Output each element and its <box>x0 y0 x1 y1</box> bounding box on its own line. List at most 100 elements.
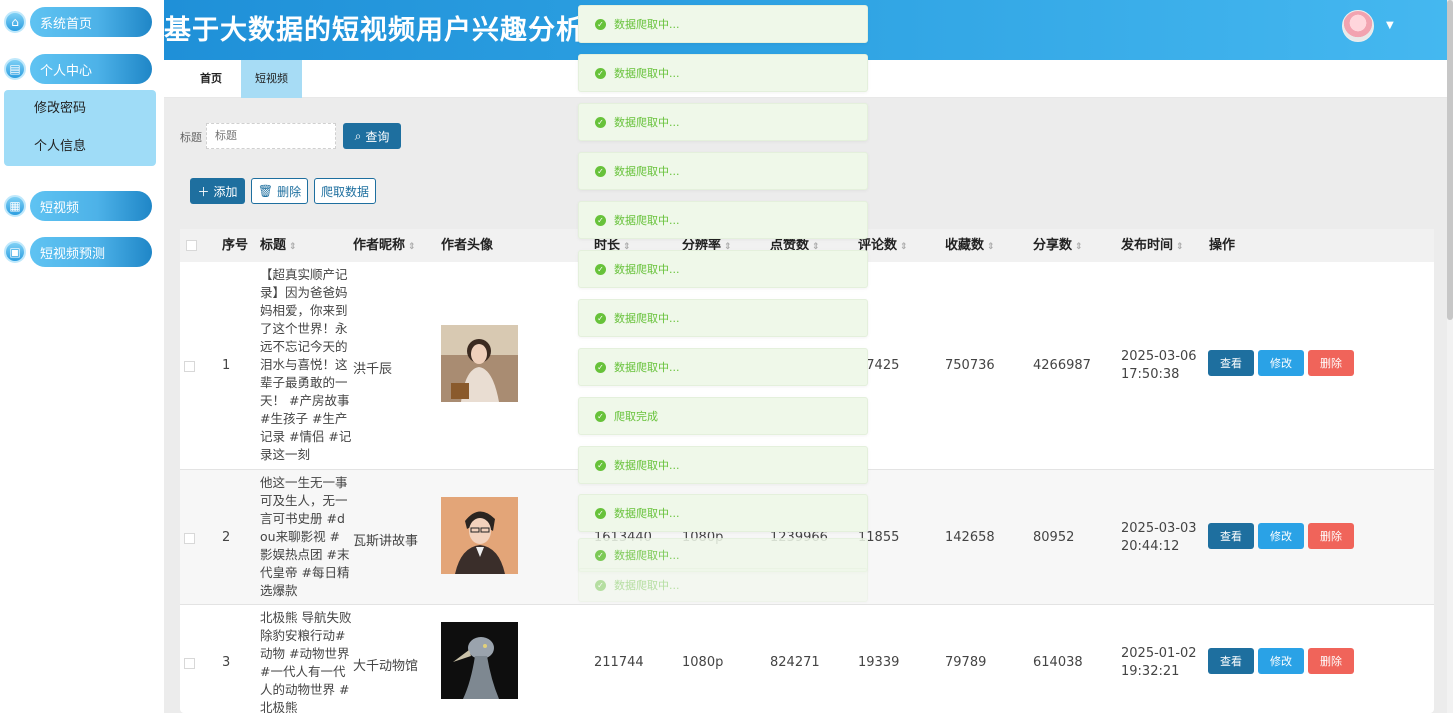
author-avatar-image <box>441 497 518 574</box>
sort-icon: ⇕ <box>408 242 416 252</box>
row-favorites: 79789 <box>945 655 987 670</box>
delete-button[interactable]: 🗑 删除 <box>251 178 308 204</box>
edit-button[interactable]: 修改 <box>1258 523 1304 549</box>
delete-row-button[interactable]: 删除 <box>1308 648 1354 674</box>
sidebar: 系统首页 ⌂ 个人中心 ▤ 修改密码 个人信息 短视频 ▦ 短视频预测 ▣ <box>0 0 164 713</box>
check-circle-icon: ✓ <box>595 67 606 79</box>
check-circle-icon: ✓ <box>595 361 606 373</box>
row-index: 2 <box>222 530 231 545</box>
col-shares[interactable]: 分享数 ⇕ <box>1033 229 1083 262</box>
notification-toast[interactable]: ✓ 数据爬取中... <box>578 494 868 532</box>
author-avatar-image <box>441 622 518 699</box>
col-avatar: 作者头像 <box>441 238 494 253</box>
trash-icon: 🗑 <box>257 184 274 198</box>
notification-toast[interactable]: ✓ 数据爬取中... <box>578 299 868 337</box>
scrollbar-thumb[interactable] <box>1447 0 1453 320</box>
notification-toast[interactable]: ✓ 数据爬取中... <box>578 568 868 602</box>
submenu-item-personal-info[interactable]: 个人信息 <box>4 128 156 166</box>
delete-row-button[interactable]: 删除 <box>1308 523 1354 549</box>
tab-home[interactable]: 首页 <box>186 60 236 98</box>
notification-toast[interactable]: ✓ 数据爬取中... <box>578 103 868 141</box>
row-favorites: 142658 <box>945 530 995 545</box>
sidebar-item-label: 短视频 <box>30 191 152 221</box>
avatar[interactable] <box>1342 10 1374 42</box>
profile-icon: ▤ <box>4 58 26 80</box>
chevron-down-icon[interactable]: ▼ <box>1386 20 1394 31</box>
notification-toast[interactable]: ✓ 数据爬取中... <box>578 250 868 288</box>
row-checkbox[interactable] <box>184 658 195 669</box>
notification-toast[interactable]: ✓ 数据爬取中... <box>578 538 868 572</box>
sort-icon: ⇕ <box>900 242 908 252</box>
query-button[interactable]: ⌕ 查询 <box>343 123 401 149</box>
row-author: 洪千辰 <box>353 362 393 377</box>
notification-toast[interactable]: ✓ 数据爬取中... <box>578 348 868 386</box>
row-title: 他这一生无一事可及生人，无一言可书史册 #dou来聊影视 #影娱热点团 #末代皇… <box>260 475 350 598</box>
search-input[interactable] <box>206 123 336 149</box>
row-checkbox[interactable] <box>184 533 195 544</box>
briefcase-icon: ▣ <box>4 241 26 263</box>
col-title[interactable]: 标题 ⇕ <box>260 229 297 262</box>
notification-toast[interactable]: ✓ 爬取完成 <box>578 397 868 435</box>
row-likes: 824271 <box>770 655 820 670</box>
row-checkbox[interactable] <box>184 361 195 372</box>
notification-toast[interactable]: ✓ 数据爬取中... <box>578 201 868 239</box>
check-circle-icon: ✓ <box>595 18 606 30</box>
check-circle-icon: ✓ <box>595 507 606 519</box>
view-button[interactable]: 查看 <box>1208 350 1254 376</box>
check-circle-icon: ✓ <box>595 549 606 561</box>
search-icon: ⌕ <box>354 128 362 143</box>
sidebar-item-label: 个人中心 <box>30 54 152 84</box>
select-all-checkbox[interactable] <box>186 240 197 251</box>
row-author: 大千动物馆 <box>353 659 419 674</box>
table-row: 3 北极熊 导航失败除豹安粮行动#动物 #动物世界 #一代人有一代人的动物世界 … <box>180 605 1434 713</box>
row-publish-time: 2025-01-02 19:32:21 <box>1121 646 1197 679</box>
add-button[interactable]: ＋ 添加 <box>190 178 245 204</box>
notification-toast[interactable]: ✓ 数据爬取中... <box>578 152 868 190</box>
grid-icon: ▦ <box>4 195 26 217</box>
row-favorites: 750736 <box>945 358 995 373</box>
sort-icon: ⇕ <box>289 242 297 252</box>
sort-icon: ⇕ <box>1075 242 1083 252</box>
col-publish-time[interactable]: 发布时间 ⇕ <box>1121 229 1184 262</box>
row-author: 瓦斯讲故事 <box>353 534 419 549</box>
row-duration: 211744 <box>594 655 644 670</box>
sidebar-item-home[interactable]: 系统首页 ⌂ <box>4 7 152 37</box>
row-title: 【超真实顺产记录】因为爸爸妈妈相爱，你来到了这个世界！永远不忘记今天的泪水与喜悦… <box>260 267 352 462</box>
check-circle-icon: ✓ <box>595 579 606 591</box>
view-button[interactable]: 查看 <box>1208 523 1254 549</box>
row-resolution: 1080p <box>682 655 724 670</box>
row-shares: 80952 <box>1033 530 1075 545</box>
check-circle-icon: ✓ <box>595 214 606 226</box>
app-title: 基于大数据的短视频用户兴趣分析 <box>164 15 584 46</box>
sidebar-item-prediction[interactable]: 短视频预测 ▣ <box>4 237 152 267</box>
tab-short-video[interactable]: 短视频 <box>241 60 302 98</box>
delete-row-button[interactable]: 删除 <box>1308 350 1354 376</box>
submenu-item-change-password[interactable]: 修改密码 <box>4 90 156 128</box>
sidebar-item-short-video[interactable]: 短视频 ▦ <box>4 191 152 221</box>
sidebar-item-profile[interactable]: 个人中心 ▤ <box>4 54 152 84</box>
col-actions: 操作 <box>1209 238 1236 253</box>
view-button[interactable]: 查看 <box>1208 648 1254 674</box>
col-favorites[interactable]: 收藏数 ⇕ <box>945 229 995 262</box>
col-author[interactable]: 作者昵称 ⇕ <box>353 229 416 262</box>
notification-toast[interactable]: ✓ 数据爬取中... <box>578 54 868 92</box>
row-publish-time: 2025-03-03 20:44:12 <box>1121 521 1197 554</box>
plus-icon: ＋ <box>197 184 210 199</box>
sort-icon: ⇕ <box>1176 242 1184 252</box>
row-title: 北极熊 导航失败除豹安粮行动#动物 #动物世界 #一代人有一代人的动物世界 #北… <box>260 610 352 713</box>
row-index: 1 <box>222 358 231 373</box>
check-circle-icon: ✓ <box>595 263 606 275</box>
search-label: 标题 <box>180 131 202 144</box>
author-avatar-image <box>441 325 518 402</box>
sidebar-item-label: 短视频预测 <box>30 237 152 267</box>
page-scrollbar[interactable] <box>1447 0 1453 713</box>
sidebar-item-label: 系统首页 <box>30 7 152 37</box>
edit-button[interactable]: 修改 <box>1258 350 1304 376</box>
edit-button[interactable]: 修改 <box>1258 648 1304 674</box>
crawl-data-button[interactable]: 爬取数据 <box>314 178 376 204</box>
home-icon: ⌂ <box>4 11 26 33</box>
row-shares: 614038 <box>1033 655 1083 670</box>
notification-toast[interactable]: ✓ 数据爬取中... <box>578 446 868 484</box>
notification-toast[interactable]: ✓ 数据爬取中... <box>578 5 868 43</box>
check-circle-icon: ✓ <box>595 116 606 128</box>
